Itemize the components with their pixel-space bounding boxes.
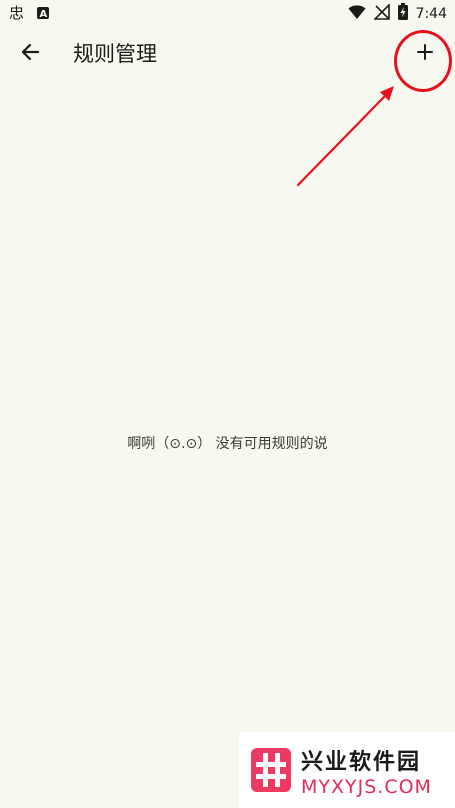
annotation-circle xyxy=(394,30,452,92)
status-bar: 忠 A 7:44 xyxy=(0,0,455,26)
battery-charging-icon xyxy=(397,3,408,24)
watermark: 兴业软件园 MYXYJS.COM xyxy=(239,732,455,808)
arrow-left-icon xyxy=(20,42,40,66)
status-time: 7:44 xyxy=(415,5,447,22)
watermark-title: 兴业软件园 xyxy=(301,750,422,775)
notification-a-icon: A xyxy=(36,5,50,24)
empty-state-message: 啊咧（⊙.⊙） 没有可用规则的说 xyxy=(127,436,328,452)
app-bar: 规则管理 xyxy=(0,26,455,82)
back-button[interactable] xyxy=(12,36,48,72)
annotation-arrow xyxy=(296,86,394,187)
wifi-icon xyxy=(348,4,366,24)
watermark-subtitle: MYXYJS.COM xyxy=(301,776,432,798)
page-title: 规则管理 xyxy=(73,42,157,66)
chinese-ime-icon: 忠 xyxy=(8,3,26,25)
svg-text:忠: 忠 xyxy=(9,4,24,21)
no-signal-icon xyxy=(372,2,390,24)
svg-text:A: A xyxy=(40,9,48,20)
hash-logo-icon xyxy=(251,748,291,792)
